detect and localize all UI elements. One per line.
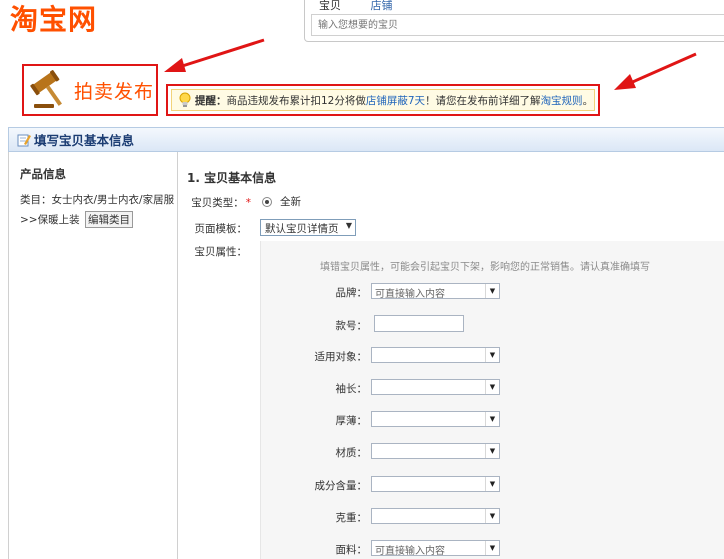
search-tabs: 宝贝 店铺 xyxy=(319,0,419,12)
attribute-label-thickness: 厚薄： xyxy=(335,415,368,427)
attributes-label: 宝贝属性： xyxy=(194,246,248,258)
basic-info-form: 1. 宝贝基本信息 宝贝类型： * 全新 页面模板： 默认宝贝详情页 ▼ 宝贝属性… xyxy=(179,152,724,559)
item-type-label: 宝贝类型： * xyxy=(189,195,251,210)
step-title: 1. 宝贝基本信息 xyxy=(187,171,277,185)
shop-block-link[interactable]: 店铺屏蔽7天 xyxy=(366,93,425,108)
template-value: 默认宝贝详情页 xyxy=(265,223,339,235)
chevron-down-icon: ▼ xyxy=(485,541,499,555)
chevron-down-icon: ▼ xyxy=(485,284,499,298)
chevron-down-icon: ▼ xyxy=(485,477,499,491)
search-tab-shop[interactable]: 店铺 xyxy=(371,0,393,13)
chevron-down-icon: ▼ xyxy=(345,221,352,230)
attribute-label-target: 适用对象： xyxy=(314,351,368,363)
category-path: >>保暖上装 xyxy=(20,214,80,226)
search-tab-item[interactable]: 宝贝 xyxy=(319,0,341,13)
auction-publish-banner: 拍卖发布 xyxy=(22,64,158,116)
attributes-hint: 填错宝贝属性，可能会引起宝贝下架，影响您的正常销售。请认真准确填写 xyxy=(320,262,650,273)
gavel-icon xyxy=(30,70,62,108)
taobao-logo[interactable]: 淘宝网 xyxy=(10,0,97,40)
attribute-label-composition: 成分含量： xyxy=(314,480,368,492)
search-box: 宝贝 店铺 xyxy=(304,0,724,42)
style-number-input[interactable] xyxy=(374,315,464,332)
section-header: 填写宝贝基本信息 xyxy=(8,127,724,152)
thickness-select[interactable]: ▼ xyxy=(371,411,500,427)
notice-text: 商品违规发布累计扣12分将做 xyxy=(226,94,366,107)
target-select[interactable]: ▼ xyxy=(371,347,500,363)
brand-value: 可直接输入内容 xyxy=(375,289,445,300)
edit-icon xyxy=(17,134,31,146)
category-path-row: >>保暖上装 编辑类目 xyxy=(20,211,177,228)
notice-text: ！请您在发布前详细了解 xyxy=(425,94,541,107)
attribute-label-material: 材质： xyxy=(335,447,368,459)
item-type-new-label: 全新 xyxy=(280,196,301,208)
attributes-panel: 填错宝贝属性，可能会引起宝贝下架，影响您的正常销售。请认真准确填写 品牌： 可直… xyxy=(260,241,724,559)
fabric-value: 可直接输入内容 xyxy=(375,546,445,557)
chevron-down-icon: ▼ xyxy=(485,348,499,362)
product-info-panel: 产品信息 类目：女士内衣/男士内衣/家居服 >>保暖上装 编辑类目 xyxy=(8,152,178,559)
brand-select[interactable]: 可直接输入内容 ▼ xyxy=(371,283,500,300)
auction-title: 拍卖发布 xyxy=(74,80,155,103)
chevron-down-icon: ▼ xyxy=(485,444,499,458)
chevron-down-icon: ▼ xyxy=(485,380,499,394)
weight-select[interactable]: ▼ xyxy=(371,508,500,524)
edit-category-button[interactable]: 编辑类目 xyxy=(84,211,133,228)
item-type-new-radio[interactable] xyxy=(262,197,272,207)
fabric-select[interactable]: 可直接输入内容 ▼ xyxy=(371,540,500,557)
sleeve-length-select[interactable]: ▼ xyxy=(371,379,500,395)
category-text: 类目：女士内衣/男士内衣/家居服 xyxy=(20,194,175,206)
product-info-title: 产品信息 xyxy=(20,167,66,181)
material-select[interactable]: ▼ xyxy=(371,443,500,459)
red-arrow-icon xyxy=(614,52,697,90)
item-type-label-text: 宝贝类型： xyxy=(191,197,244,209)
red-arrow-icon xyxy=(164,38,265,72)
notice-highlight: 提醒： 商品违规发布累计扣12分将做 店铺屏蔽7天 ！请您在发布前详细了解 淘宝… xyxy=(166,84,600,116)
notice-text: 。 xyxy=(582,94,594,107)
taobao-rules-link[interactable]: 淘宝规则 xyxy=(541,93,583,108)
template-select[interactable]: 默认宝贝详情页 ▼ xyxy=(260,219,356,236)
chevron-down-icon: ▼ xyxy=(485,412,499,426)
template-label: 页面模板： xyxy=(194,223,248,235)
attribute-label-weight: 克重： xyxy=(335,512,368,524)
attribute-label-fabric: 面料： xyxy=(335,544,368,556)
required-mark: * xyxy=(245,197,251,209)
section-title: 填写宝贝基本信息 xyxy=(34,133,135,148)
attribute-label-style-no: 款号： xyxy=(335,320,368,332)
composition-select[interactable]: ▼ xyxy=(371,476,500,492)
search-input[interactable] xyxy=(311,14,724,36)
taobao-auction-publish-page: 淘宝网 宝贝 店铺 拍卖发布 提醒： xyxy=(0,0,724,559)
lightbulb-icon xyxy=(179,92,191,107)
notice-bar: 提醒： 商品违规发布累计扣12分将做 店铺屏蔽7天 ！请您在发布前详细了解 淘宝… xyxy=(171,89,595,111)
attribute-label-brand: 品牌： xyxy=(335,287,368,299)
notice-label: 提醒： xyxy=(195,94,227,107)
attribute-label-sleeve: 袖长： xyxy=(335,383,368,395)
chevron-down-icon: ▼ xyxy=(485,509,499,523)
